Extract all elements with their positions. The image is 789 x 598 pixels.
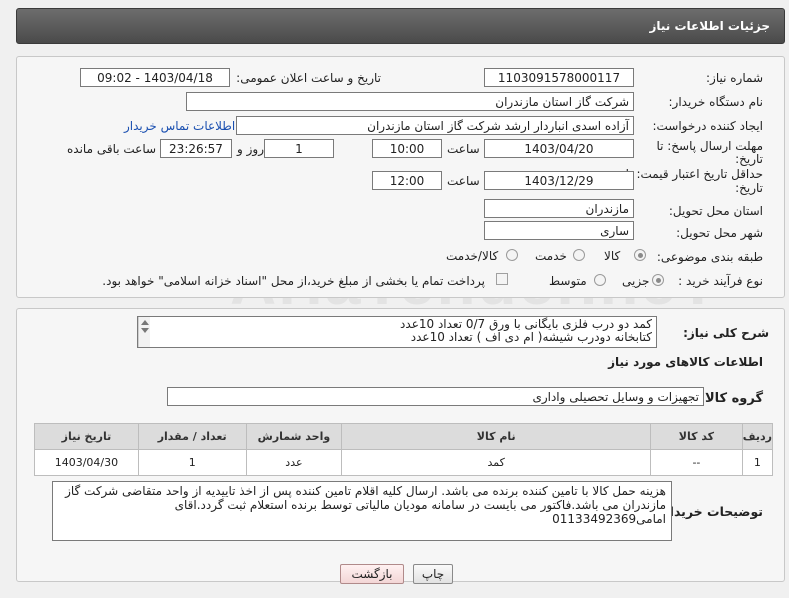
deadline-label-date: تاریخ: <box>735 152 763 166</box>
category-service-label: خدمت <box>535 249 567 263</box>
deadline-date-field: 1403/04/20 <box>484 139 634 158</box>
items-table: ردیف کد کالا نام کالا واحد شمارش تعداد /… <box>34 423 774 476</box>
buyer-org-label: نام دستگاه خریدار: <box>668 95 764 109</box>
days-field: 1 <box>264 139 334 158</box>
min-validity-label-date: تاریخ: <box>735 181 763 195</box>
category-service-radio[interactable] <box>573 249 585 261</box>
cell-row: 1 <box>741 449 774 476</box>
process-label: نوع فرآیند خرید : <box>678 274 763 288</box>
requester-label: ایجاد کننده درخواست: <box>652 119 763 133</box>
buyer-notes-field: هزینه حمل کالا با تامین کننده برنده می ب… <box>52 481 672 541</box>
validity-date-field: 1403/12/29 <box>484 171 634 190</box>
table-row: 1 -- کمد عدد 1 1403/04/30 <box>34 449 774 476</box>
need-number-label: شماره نیاز: <box>706 71 763 85</box>
process-partial-label: جزیی <box>622 274 650 288</box>
print-button[interactable]: چاپ <box>413 564 453 584</box>
process-partial-radio[interactable] <box>652 274 664 286</box>
process-medium-label: متوسط <box>549 274 587 288</box>
category-both-radio[interactable] <box>506 249 518 261</box>
category-goods-label: کالا <box>604 249 621 263</box>
scroll-down-icon[interactable] <box>141 328 149 333</box>
col-code: کد کالا <box>650 423 743 450</box>
deadline-label: مهلت ارسال پاسخ: تا <box>656 139 763 153</box>
province-field: مازندران <box>484 199 634 218</box>
days-label: روز و <box>237 142 264 156</box>
col-row: ردیف <box>741 423 774 450</box>
cell-code: -- <box>650 449 743 476</box>
remaining-label: ساعت باقی مانده <box>67 142 157 156</box>
goods-group-field: تجهیزات و وسایل تحصیلی واداری <box>167 387 704 406</box>
back-button[interactable]: بازگشت <box>340 564 404 584</box>
validity-time-field: 12:00 <box>372 171 442 190</box>
contact-buyer-link[interactable]: اطلاعات تماس خریدار <box>124 119 235 133</box>
announce-datetime-label: تاریخ و ساعت اعلان عمومی: <box>236 71 381 85</box>
cell-unit: عدد <box>245 449 343 476</box>
announce-datetime-field: 1403/04/18 - 09:02 <box>80 68 230 87</box>
description-line-2: کتابخانه دودرب شیشه( ام دی اف ) تعداد 10… <box>410 330 652 344</box>
goods-group-label: گروه کالا: <box>699 391 763 406</box>
deadline-time-field: 10:00 <box>372 139 442 158</box>
description-label: شرح کلی نیاز: <box>683 326 769 340</box>
treasury-payment-checkbox[interactable] <box>496 273 508 285</box>
buyer-org-field: شرکت گاز استان مازندران <box>186 92 634 111</box>
col-unit: واحد شمارش <box>245 423 343 450</box>
validity-time-label: ساعت <box>447 174 480 188</box>
col-qty: تعداد / مقدار <box>137 423 247 450</box>
category-both-label: کالا/خدمت <box>446 249 499 263</box>
header-bar: جزئیات اطلاعات نیاز <box>16 8 785 44</box>
items-info-title: اطلاعات کالاهای مورد نیاز <box>608 355 763 369</box>
city-label: شهر محل تحویل: <box>676 226 763 240</box>
scroll-up-icon[interactable] <box>141 320 149 325</box>
category-goods-radio[interactable] <box>634 249 646 261</box>
description-scrollbar[interactable] <box>138 317 150 347</box>
requester-field: آزاده اسدی انباردار ارشد شرکت گاز استان … <box>236 116 634 135</box>
col-name: نام کالا <box>341 423 652 450</box>
table-header-row: ردیف کد کالا نام کالا واحد شمارش تعداد /… <box>34 423 774 450</box>
city-field: ساری <box>484 221 634 240</box>
province-label: استان محل تحویل: <box>668 204 763 218</box>
process-medium-radio[interactable] <box>594 274 606 286</box>
page-title: جزئیات اطلاعات نیاز <box>649 19 770 33</box>
min-validity-label: حداقل تاریخ اعتبار قیمت: تا <box>625 167 763 181</box>
remaining-time-field: 23:26:57 <box>160 139 232 158</box>
cell-name: کمد <box>341 449 652 476</box>
need-number-field: 1103091578000117 <box>484 68 634 87</box>
buyer-notes-label: توضیحات خریدار: <box>657 504 763 519</box>
cell-date: 1403/04/30 <box>34 449 139 476</box>
category-label: طبقه بندی موضوعی: <box>656 250 763 264</box>
cell-qty: 1 <box>137 449 247 476</box>
description-textarea[interactable]: کمد دو درب فلزی بایگانی با ورق 0/7 تعداد… <box>137 316 657 348</box>
treasury-payment-note: پرداخت تمام یا بخشی از مبلغ خرید،از محل … <box>102 274 485 288</box>
deadline-time-label: ساعت <box>447 142 480 156</box>
col-date: تاریخ نیاز <box>34 423 139 450</box>
